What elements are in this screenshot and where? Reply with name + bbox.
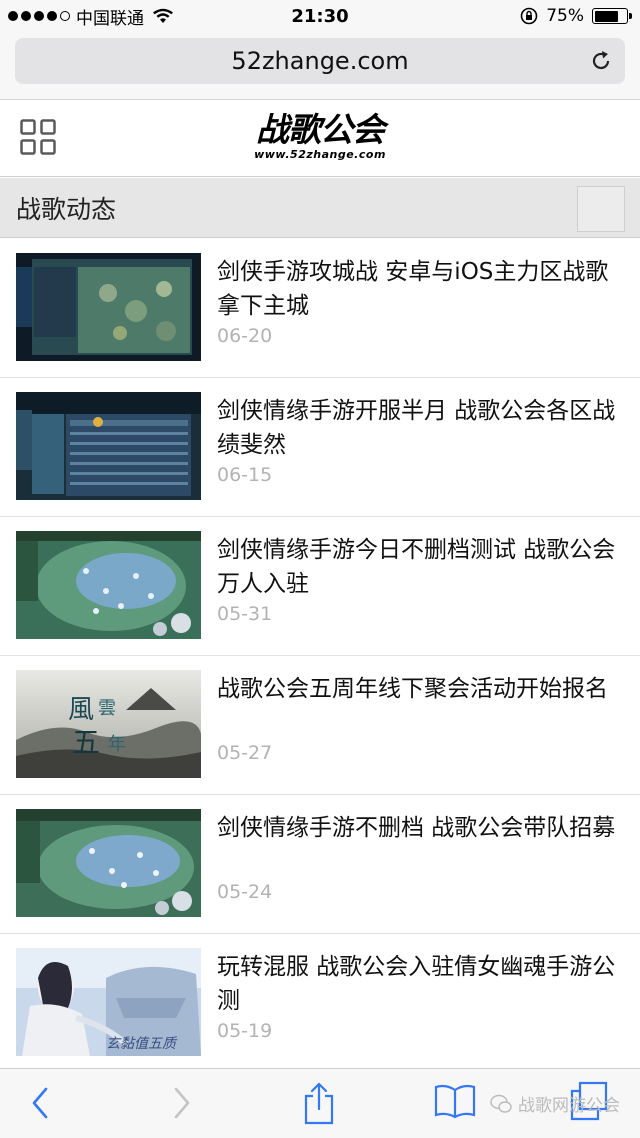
battery-icon bbox=[592, 8, 632, 24]
news-title: 剑侠情缘手游今日不删档测试 战歌公会万人入驻 bbox=[217, 537, 616, 597]
bookmarks-icon[interactable] bbox=[434, 1083, 476, 1119]
thumb-text-yun: 雲 bbox=[98, 698, 116, 719]
address-bar[interactable]: 52zhange.com bbox=[15, 38, 625, 84]
watermark-text: 战歌网游公会 bbox=[518, 1096, 620, 1116]
carrier-label: 中国联通 bbox=[76, 8, 144, 29]
thumb-text-nian: 年 bbox=[108, 734, 126, 755]
thumb-text-wu: 五 bbox=[72, 726, 100, 759]
news-thumbnail bbox=[16, 253, 201, 361]
news-date: 06-15 bbox=[217, 464, 273, 486]
news-title: 剑侠手游攻城战 安卓与iOS主力区战歌拿下主城 bbox=[217, 259, 609, 319]
section-title: 战歌动态 bbox=[16, 195, 117, 224]
news-title: 剑侠情缘手游开服半月 战歌公会各区战绩斐然 bbox=[217, 398, 616, 458]
news-item[interactable]: 玄黏值五质 玩转混服 战歌公会入驻倩女幽魂手游公测 05-19 bbox=[0, 934, 640, 1073]
watermark: 战歌网游公会 bbox=[490, 1091, 620, 1116]
browser-address-area: 52zhange.com bbox=[0, 32, 640, 100]
menu-grid-icon[interactable] bbox=[20, 119, 56, 155]
logo-text: 战歌公会 bbox=[256, 110, 385, 149]
wechat-icon bbox=[490, 1094, 512, 1113]
news-thumbnail bbox=[16, 531, 201, 639]
rotation-lock-icon bbox=[520, 7, 538, 25]
url-text: 52zhange.com bbox=[231, 47, 409, 75]
share-icon[interactable] bbox=[302, 1081, 336, 1125]
site-header: 战歌公会 www.52zhange.com bbox=[0, 100, 640, 177]
news-thumbnail bbox=[16, 392, 201, 500]
browser-toolbar: 战歌网游公会 bbox=[0, 1068, 640, 1138]
wifi-icon bbox=[153, 8, 173, 23]
thumb-caption: 玄黏值五质 bbox=[106, 1036, 178, 1052]
section-header: 战歌动态 bbox=[0, 178, 640, 238]
news-list: 剑侠手游攻城战 安卓与iOS主力区战歌拿下主城 06-20 剑侠情缘手游开服半月… bbox=[0, 239, 640, 1073]
news-item[interactable]: 剑侠情缘手游今日不删档测试 战歌公会万人入驻 05-31 bbox=[0, 517, 640, 656]
news-item[interactable]: 剑侠情缘手游开服半月 战歌公会各区战绩斐然 06-15 bbox=[0, 378, 640, 517]
news-title: 玩转混服 战歌公会入驻倩女幽魂手游公测 bbox=[217, 954, 616, 1014]
news-thumbnail bbox=[16, 809, 201, 917]
news-item[interactable]: 剑侠手游攻城战 安卓与iOS主力区战歌拿下主城 06-20 bbox=[0, 239, 640, 378]
news-date: 05-19 bbox=[217, 1020, 273, 1042]
news-date: 05-24 bbox=[217, 881, 273, 903]
battery-percent: 75% bbox=[546, 6, 584, 26]
forward-icon[interactable] bbox=[170, 1085, 194, 1121]
news-thumbnail: 玄黏值五质 bbox=[16, 948, 201, 1056]
news-date: 06-20 bbox=[217, 325, 273, 347]
thumb-text-feng: 風 bbox=[68, 695, 94, 725]
news-thumbnail: 風 雲 五 年 bbox=[16, 670, 201, 778]
logo-subtext: www.52zhange.com bbox=[254, 148, 386, 161]
status-bar: 中国联通 21:30 75% bbox=[0, 0, 640, 32]
news-date: 05-27 bbox=[217, 742, 273, 764]
section-toggle-button[interactable] bbox=[577, 186, 625, 232]
news-title: 剑侠情缘手游不删档 战歌公会带队招募 bbox=[217, 815, 616, 841]
news-date: 05-31 bbox=[217, 603, 273, 625]
news-title: 战歌公会五周年线下聚会活动开始报名 bbox=[217, 676, 608, 702]
back-icon[interactable] bbox=[28, 1085, 52, 1121]
news-item[interactable]: 剑侠情缘手游不删档 战歌公会带队招募 05-24 bbox=[0, 795, 640, 934]
news-item[interactable]: 風 雲 五 年 战歌公会五周年线下聚会活动开始报名 05-27 bbox=[0, 656, 640, 795]
site-logo[interactable]: 战歌公会 www.52zhange.com bbox=[250, 111, 390, 165]
reload-icon[interactable] bbox=[589, 49, 613, 73]
signal-strength-icon bbox=[8, 11, 70, 21]
